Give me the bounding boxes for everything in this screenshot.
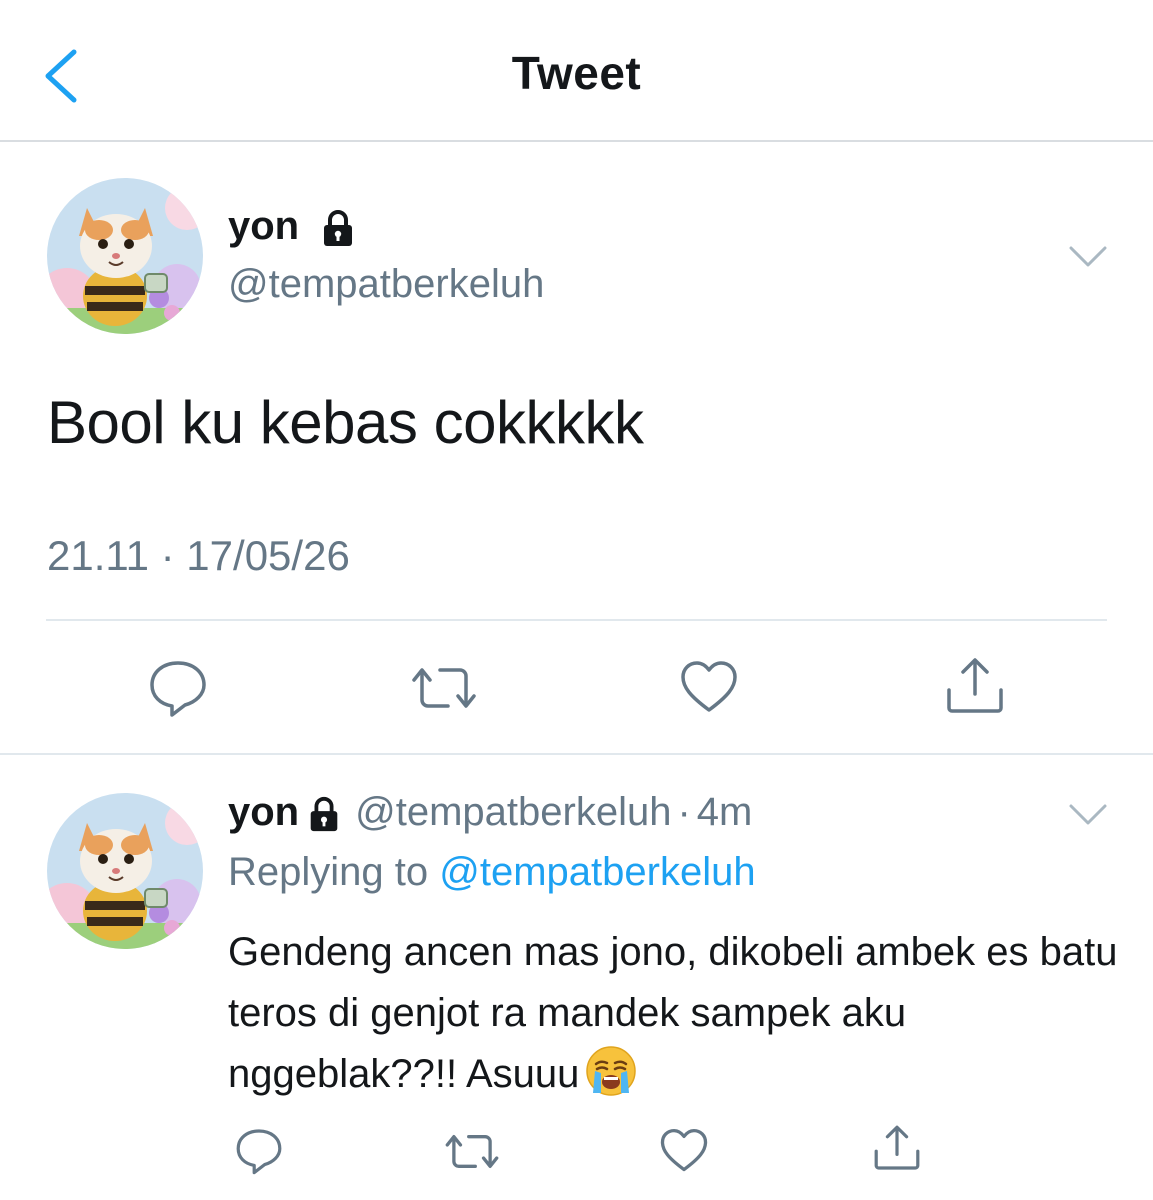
replying-to: Replying to @tempatberkeluh <box>228 850 756 895</box>
avatar[interactable] <box>47 793 203 949</box>
loudly-crying-face-emoji <box>586 1046 637 1096</box>
like-button[interactable] <box>680 660 738 714</box>
author-name-label: yon <box>228 204 300 248</box>
share-button[interactable] <box>945 656 1005 716</box>
reply-author-handle[interactable]: @tempatberkeluh <box>355 790 671 834</box>
reply-text-block: Gendeng ancen mas jono, dikobeli ambek e… <box>228 922 1128 1105</box>
reply-button[interactable] <box>235 1127 283 1175</box>
reply-icon <box>236 1129 282 1175</box>
page-title: Tweet <box>511 47 642 99</box>
share-icon <box>947 658 1003 713</box>
like-icon <box>660 1128 708 1172</box>
reply-header: yon @tempatberkeluh · 4m <box>228 790 752 835</box>
reply-text: Gendeng ancen mas jono, dikobeli ambek e… <box>228 930 1118 1096</box>
reply-button[interactable] <box>148 658 208 718</box>
header-divider <box>0 140 1153 142</box>
reply-icon <box>150 661 206 717</box>
lock-icon <box>310 797 338 832</box>
tweet-text: Bool ku kebas cokkkkk <box>47 389 644 456</box>
retweet-icon <box>412 668 476 708</box>
cat-in-bee-costume-avatar <box>47 178 203 334</box>
share-button[interactable] <box>873 1124 921 1172</box>
chevron-down-icon <box>1069 804 1107 825</box>
tweet-timestamp[interactable]: 21.11 · 17/05/26 <box>47 532 350 580</box>
reply-time[interactable]: 4m <box>697 790 753 834</box>
chevron-down-icon <box>1069 246 1107 267</box>
retweet-button[interactable] <box>410 662 478 714</box>
retweet-icon <box>445 1135 499 1168</box>
lock-icon <box>324 210 353 247</box>
replying-to-handle-link[interactable]: @tempatberkeluh <box>439 850 755 894</box>
reply-options-button[interactable] <box>1068 802 1108 828</box>
divider <box>0 753 1153 755</box>
retweet-button[interactable] <box>444 1130 500 1173</box>
like-icon <box>681 661 737 712</box>
tweet-options-button[interactable] <box>1068 244 1108 270</box>
share-icon <box>874 1125 920 1170</box>
replying-to-prefix: Replying to <box>228 850 429 894</box>
meta-separator: · <box>677 790 691 834</box>
author-name[interactable]: yon <box>228 204 358 249</box>
like-button[interactable] <box>660 1128 708 1173</box>
author-handle[interactable]: @tempatberkeluh <box>228 262 544 307</box>
reply-author-name[interactable]: yon <box>228 790 299 834</box>
avatar[interactable] <box>47 178 203 334</box>
cat-in-bee-costume-avatar <box>47 793 203 949</box>
divider <box>46 619 1107 621</box>
